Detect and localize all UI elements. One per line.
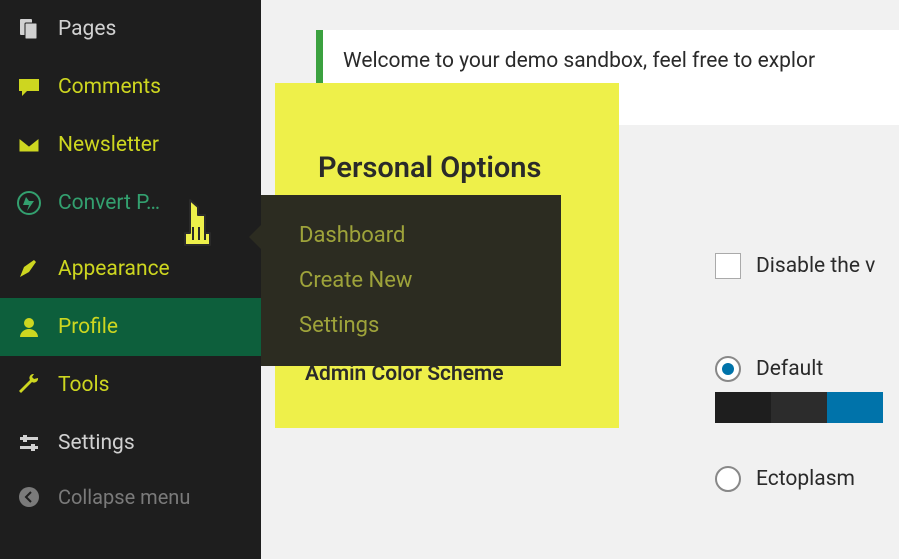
collapse-label: Collapse menu (58, 485, 190, 509)
swatch-blue (827, 392, 883, 423)
radio-ectoplasm[interactable] (715, 466, 741, 492)
sidebar-item-label: Pages (58, 17, 116, 41)
visual-editor-row[interactable]: Disable the v (715, 253, 875, 279)
convertpro-icon (14, 188, 44, 218)
admin-sidebar: Pages Comments Newsletter Convert P… App… (0, 0, 261, 559)
radio-ectoplasm-label: Ectoplasm (756, 467, 855, 491)
sidebar-item-label: Newsletter (58, 133, 159, 157)
settings-icon (14, 428, 44, 458)
profile-icon (14, 312, 44, 342)
visual-editor-checkbox[interactable] (715, 253, 741, 279)
collapse-menu[interactable]: Collapse menu (0, 472, 261, 522)
swatch-dark1 (715, 392, 771, 423)
collapse-icon (14, 482, 44, 512)
color-scheme-default[interactable]: Default (715, 356, 883, 423)
sidebar-item-profile[interactable]: Profile (0, 298, 261, 356)
submenu-item-settings[interactable]: Settings (261, 303, 561, 348)
radio-default-label: Default (756, 357, 823, 381)
sidebar-item-label: Appearance (58, 257, 170, 281)
color-scheme-ectoplasm[interactable]: Ectoplasm (715, 466, 855, 492)
default-swatches (715, 392, 883, 423)
sidebar-item-label: Convert P… (58, 191, 160, 215)
radio-default[interactable] (715, 356, 741, 382)
sidebar-item-settings[interactable]: Settings (0, 414, 261, 472)
pages-icon (14, 14, 44, 44)
convertpro-submenu: Dashboard Create New Settings (261, 195, 561, 366)
sidebar-item-label: Profile (58, 315, 118, 339)
sidebar-item-label: Comments (58, 75, 161, 99)
visual-editor-label: Disable the v (756, 254, 875, 278)
comments-icon (14, 72, 44, 102)
submenu-item-dashboard[interactable]: Dashboard (261, 213, 561, 258)
sidebar-item-convertpro[interactable]: Convert P… (0, 174, 261, 232)
sidebar-item-label: Settings (58, 431, 135, 455)
section-title: Personal Options (318, 151, 541, 185)
sidebar-item-tools[interactable]: Tools (0, 356, 261, 414)
sidebar-item-appearance[interactable]: Appearance (0, 240, 261, 298)
sidebar-item-pages[interactable]: Pages (0, 0, 261, 58)
newsletter-icon (14, 130, 44, 160)
submenu-item-create-new[interactable]: Create New (261, 258, 561, 303)
appearance-icon (14, 254, 44, 284)
tools-icon (14, 370, 44, 400)
sidebar-item-newsletter[interactable]: Newsletter (0, 116, 261, 174)
sidebar-item-comments[interactable]: Comments (0, 58, 261, 116)
swatch-dark2 (771, 392, 827, 423)
sidebar-item-label: Tools (58, 373, 109, 397)
